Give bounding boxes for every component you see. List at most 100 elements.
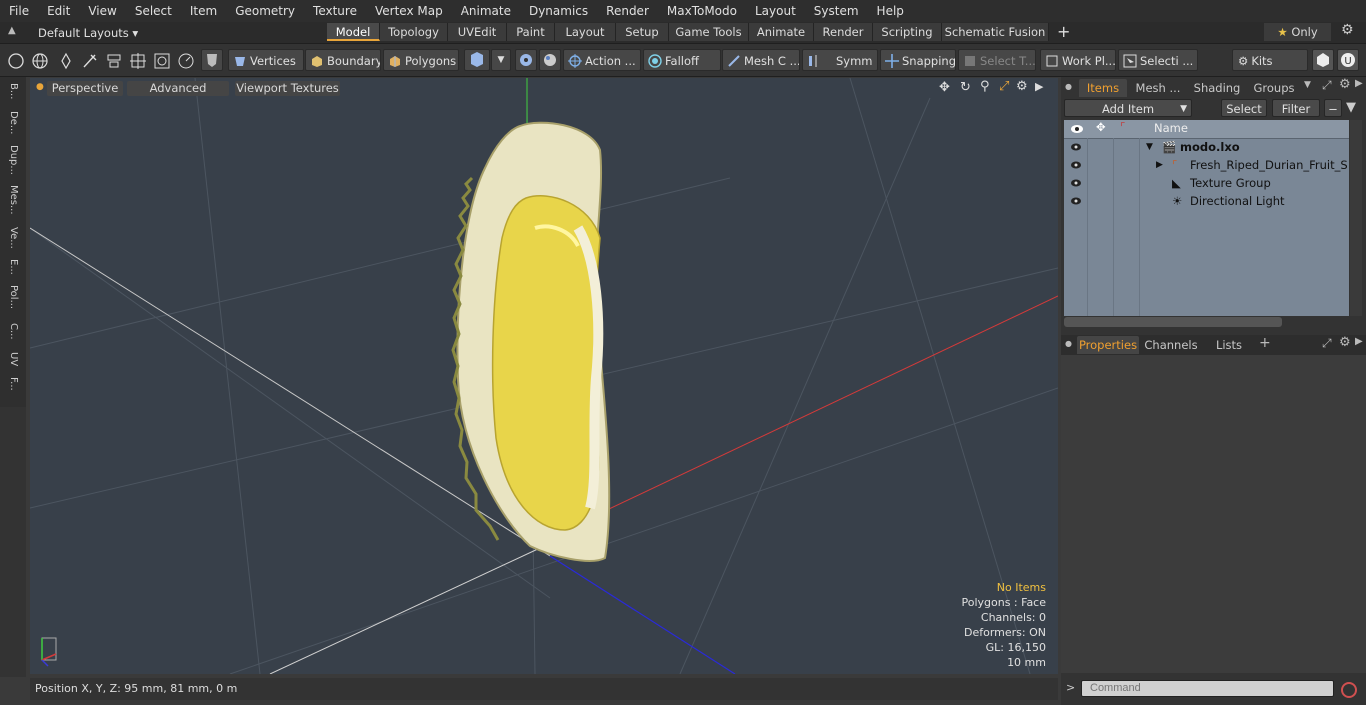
viewport-textures-dropdown[interactable]: Viewport Textures xyxy=(235,81,340,96)
panel-gear-icon[interactable]: ⚙ xyxy=(1339,77,1351,92)
work-plane-button[interactable]: Work Pl... xyxy=(1040,49,1116,71)
item-list-hscrollbar[interactable] xyxy=(1064,317,1282,327)
mesh-constraints-button[interactable]: Mesh C ... xyxy=(722,49,800,71)
tab-paint[interactable]: Paint xyxy=(507,23,555,41)
menu-render[interactable]: Render xyxy=(597,0,658,22)
eye-icon[interactable] xyxy=(1070,159,1082,171)
tab-scripting[interactable]: Scripting xyxy=(873,23,942,41)
add-tab-icon[interactable]: + xyxy=(1057,22,1070,42)
menu-system[interactable]: System xyxy=(805,0,868,22)
tab-groups[interactable]: Groups xyxy=(1249,79,1299,97)
filter-button[interactable]: Filter xyxy=(1272,99,1320,117)
left-tab-edge[interactable]: E... xyxy=(5,259,19,275)
snap-box-icon[interactable] xyxy=(153,52,171,70)
list-item[interactable]: ☀ Directional Light xyxy=(1064,192,1349,210)
left-tab-uv[interactable]: UV xyxy=(5,352,19,366)
expand-arrow-icon[interactable]: ▼ xyxy=(1146,138,1153,156)
durian-slice-model[interactable] xyxy=(451,121,611,562)
item-list-scrollbar[interactable] xyxy=(1350,120,1362,316)
eye-icon[interactable] xyxy=(1070,177,1082,189)
tab-animate[interactable]: Animate xyxy=(749,23,814,41)
pen-tool-icon[interactable] xyxy=(57,52,75,70)
left-tab-duplicate[interactable]: Dup... xyxy=(5,145,19,175)
action-center-button[interactable]: Action ... xyxy=(563,49,641,71)
menu-layout[interactable]: Layout xyxy=(746,0,805,22)
name-column-header[interactable]: Name xyxy=(1154,121,1188,135)
panel-gear-icon[interactable]: ⚙ xyxy=(1339,335,1351,350)
viewport-menu-dot[interactable]: ● xyxy=(36,82,44,92)
menu-help[interactable]: Help xyxy=(868,0,913,22)
menu-dynamics[interactable]: Dynamics xyxy=(520,0,597,22)
list-item[interactable]: ▶ ⌜ Fresh_Riped_Durian_Fruit_Sli... xyxy=(1064,156,1349,174)
panel-expand-icon[interactable]: ▶ xyxy=(1355,336,1363,347)
snapping-button[interactable]: Snapping xyxy=(880,49,956,71)
expand-arrow-icon[interactable]: ▶ xyxy=(1156,156,1163,174)
left-tab-vertex[interactable]: Ve... xyxy=(5,227,19,249)
left-tab-mesh-edit[interactable]: Mes... xyxy=(5,185,19,215)
menu-view[interactable]: View xyxy=(79,0,125,22)
menu-maxtomodo[interactable]: MaxToModo xyxy=(658,0,746,22)
left-tab-polygon[interactable]: Pol... xyxy=(5,285,19,309)
list-item[interactable]: ▼ 🎬 modo.lxo xyxy=(1064,138,1349,156)
tab-layout[interactable]: Layout xyxy=(555,23,616,41)
vertices-button[interactable]: Vertices xyxy=(228,49,304,71)
record-macro-icon[interactable] xyxy=(1339,680,1359,700)
collapse-button[interactable]: − xyxy=(1324,99,1342,117)
maximize-view-icon[interactable]: ⤢ xyxy=(999,79,1009,94)
perspective-dropdown[interactable]: Perspective xyxy=(47,81,123,96)
falloff-button[interactable]: Falloff xyxy=(643,49,721,71)
selection-sets-button[interactable]: Selecti ... xyxy=(1118,49,1198,71)
tab-mesh-ops[interactable]: Mesh ... xyxy=(1131,79,1185,97)
tab-setup[interactable]: Setup xyxy=(616,23,669,41)
tab-lists[interactable]: Lists xyxy=(1207,336,1251,354)
tab-shading[interactable]: Shading xyxy=(1189,79,1245,97)
menu-file[interactable]: File xyxy=(0,0,38,22)
eye-icon[interactable] xyxy=(1070,195,1082,207)
shaded-mode-button[interactable] xyxy=(201,49,223,71)
polygons-button[interactable]: Polygons xyxy=(383,49,459,71)
brush-icon[interactable] xyxy=(81,52,99,70)
tab-channels[interactable]: Channels xyxy=(1143,336,1199,354)
paint-mode-button[interactable] xyxy=(539,49,561,71)
tab-overflow-icon[interactable]: ▼ xyxy=(1304,80,1311,90)
viewport-expand-icon[interactable]: ▶ xyxy=(1035,80,1043,93)
select-button[interactable]: Select xyxy=(1221,99,1267,117)
left-tab-fusion[interactable]: F... xyxy=(5,377,19,391)
command-input[interactable] xyxy=(1081,680,1334,697)
panel-menu-dot[interactable]: ● xyxy=(1065,82,1072,91)
menu-animate[interactable]: Animate xyxy=(452,0,520,22)
eye-icon[interactable] xyxy=(1070,141,1082,153)
select-circle-icon[interactable] xyxy=(7,52,25,70)
globe-icon[interactable] xyxy=(31,52,49,70)
boundary-button[interactable]: Boundary xyxy=(305,49,381,71)
menu-select[interactable]: Select xyxy=(126,0,181,22)
only-toggle[interactable]: ★ Only xyxy=(1264,23,1331,41)
menu-vertex-map[interactable]: Vertex Map xyxy=(366,0,452,22)
layout-pin-icon[interactable]: ▲ xyxy=(8,25,20,39)
3d-viewport[interactable]: ● Perspective Advanced Viewport Textures… xyxy=(30,78,1058,674)
symmetry-button[interactable]: Symm ... xyxy=(802,49,878,71)
gear-icon[interactable]: ⚙ xyxy=(1341,22,1354,38)
item-mode-button[interactable] xyxy=(464,49,490,71)
menu-texture[interactable]: Texture xyxy=(304,0,366,22)
rotate-view-icon[interactable]: ↻ xyxy=(960,80,971,95)
tab-schematic-fusion[interactable]: Schematic Fusion xyxy=(942,23,1049,41)
left-tab-curve[interactable]: C... xyxy=(5,323,19,340)
mode-dropdown-button[interactable]: ▼ xyxy=(491,49,511,71)
menu-geometry[interactable]: Geometry xyxy=(226,0,304,22)
timer-icon[interactable] xyxy=(177,52,195,70)
kits-button[interactable]: ⚙ Kits xyxy=(1232,49,1308,71)
panel-menu-dot[interactable]: ● xyxy=(1065,339,1072,348)
move-view-icon[interactable]: ✥ xyxy=(939,80,950,95)
left-tab-basic[interactable]: B... xyxy=(5,83,19,99)
filter-funnel-icon[interactable]: ▼ xyxy=(1346,100,1356,115)
select-through-button[interactable]: Select T... xyxy=(958,49,1036,71)
tab-items[interactable]: Items xyxy=(1079,79,1127,97)
shading-dropdown[interactable]: Advanced xyxy=(127,81,229,96)
tab-topology[interactable]: Topology xyxy=(380,23,448,41)
panel-expand-icon[interactable]: ▶ xyxy=(1355,78,1363,89)
sculpt-button[interactable] xyxy=(515,49,537,71)
menu-edit[interactable]: Edit xyxy=(38,0,79,22)
tab-game-tools[interactable]: Game Tools xyxy=(669,23,749,41)
unreal-button[interactable]: U xyxy=(1337,49,1359,71)
